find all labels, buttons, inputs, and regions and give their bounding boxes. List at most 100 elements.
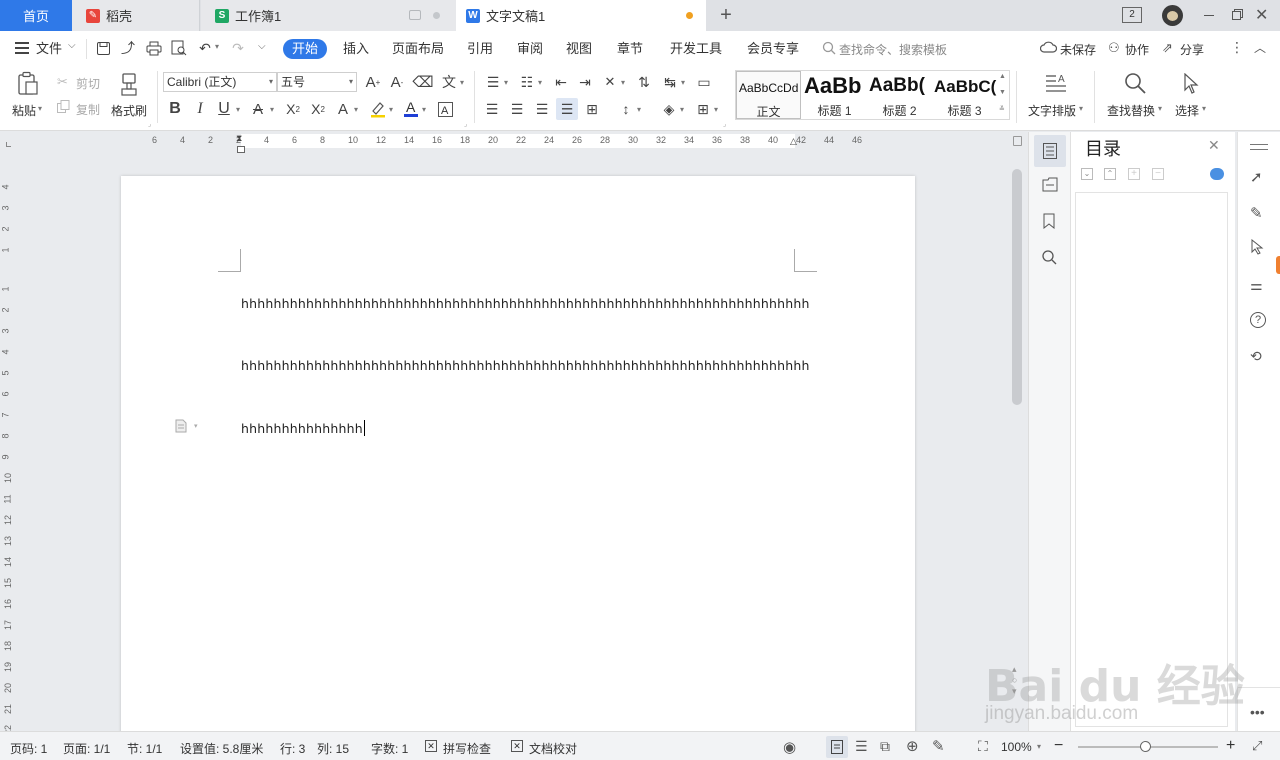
outline-view-icon[interactable]: ☰: [855, 738, 868, 755]
doc-proof-button[interactable]: 文档校对: [529, 740, 577, 757]
style-heading-3[interactable]: AaBbC( 标题 3: [932, 71, 997, 119]
status-section[interactable]: 节: 1/1: [127, 740, 162, 757]
tab-stop-selector-icon[interactable]: [6, 142, 11, 147]
style-heading-2[interactable]: AaBb( 标题 2: [867, 71, 932, 119]
format-painter-icon[interactable]: [118, 72, 140, 98]
fullscreen-icon[interactable]: ⤢: [1252, 738, 1262, 754]
line-spacing-chevron-icon[interactable]: ▾: [637, 105, 641, 114]
ribbon-tab-3[interactable]: 引用: [467, 39, 493, 59]
toc-remove-icon[interactable]: −: [1152, 168, 1164, 180]
document-paragraph-1[interactable]: hhhhhhhhhhhhhhhhhhhhhhhhhhhhhhhhhhhhhhhh…: [241, 296, 810, 311]
distributed-icon[interactable]: ⊞: [583, 100, 601, 118]
undo-chevron-icon[interactable]: ▾: [215, 42, 219, 51]
save-icon[interactable]: [94, 39, 112, 57]
find-replace-icon[interactable]: [1122, 70, 1148, 96]
gallery-down-icon[interactable]: ▼: [999, 89, 1006, 96]
page-view-icon[interactable]: [826, 736, 848, 758]
ribbon-tab-1[interactable]: 插入: [343, 39, 369, 59]
subscript-icon[interactable]: X2: [308, 99, 328, 119]
paragraph-doc-icon[interactable]: [175, 419, 187, 433]
toc-expand-icon[interactable]: ⌃: [1104, 168, 1116, 180]
split-view-icon[interactable]: [1013, 136, 1022, 146]
text-layout-button[interactable]: 文字排版: [1028, 102, 1076, 119]
settings-sliders-icon[interactable]: ⚌: [1250, 277, 1263, 294]
toc-collapse-icon[interactable]: ⌄: [1081, 168, 1093, 180]
ribbon-tab-7[interactable]: 开发工具: [670, 39, 722, 59]
numbered-chevron-icon[interactable]: ▾: [538, 78, 542, 87]
ribbon-tab-2[interactable]: 页面布局: [392, 39, 444, 59]
zoom-slider-knob[interactable]: [1140, 741, 1152, 752]
cut-button[interactable]: 剪切: [76, 75, 100, 92]
pinyin-guide-icon[interactable]: 文: [438, 72, 460, 92]
collaborate-button[interactable]: 协作: [1125, 41, 1149, 58]
status-row[interactable]: 行: 3: [280, 740, 305, 757]
document-paragraph-2[interactable]: hhhhhhhhhhhhhhhhhhhhhhhhhhhhhhhhhhhhhhhh…: [241, 358, 810, 373]
print-icon[interactable]: [145, 39, 163, 57]
eye-protection-icon[interactable]: ◉: [783, 738, 796, 756]
tab-home[interactable]: 首页: [0, 0, 72, 31]
ribbon-tab-4[interactable]: 审阅: [517, 39, 543, 59]
chapter-nav-icon[interactable]: [1042, 177, 1058, 192]
print-preview-icon[interactable]: [170, 39, 188, 57]
numbered-list-icon[interactable]: ☷: [517, 73, 537, 91]
select-chevron-icon[interactable]: ▾: [1202, 104, 1206, 113]
horizontal-ruler[interactable]: 6 4 2 2 4 6 8 10 12 14 16 18 20 22 24 26 28 30 32 34 36 38 40 4…: [144, 133, 894, 148]
bullet-chevron-icon[interactable]: ▾: [504, 78, 508, 87]
select-button[interactable]: 选择: [1175, 102, 1199, 119]
toc-nav-icon[interactable]: [1034, 135, 1066, 167]
clipboard-group-expand-icon[interactable]: ⌟: [148, 120, 151, 128]
web-view-icon[interactable]: ⊕: [906, 737, 919, 755]
collapse-ribbon-icon[interactable]: ︿: [1254, 39, 1266, 56]
highlight-icon[interactable]: [369, 99, 387, 119]
document-page[interactable]: [121, 176, 915, 736]
char-border-icon[interactable]: A: [436, 100, 454, 118]
doc-proof-icon[interactable]: ✕: [511, 740, 523, 752]
ribbon-tab-0[interactable]: 开始: [283, 39, 328, 59]
borders-icon[interactable]: ⊞: [693, 100, 713, 118]
restore-icon[interactable]: [1232, 9, 1243, 20]
borders-chevron-icon[interactable]: ▾: [714, 105, 718, 114]
font-color-icon[interactable]: A: [402, 98, 420, 118]
zoom-in-icon[interactable]: +: [1226, 737, 1235, 755]
paste-icon[interactable]: [16, 70, 40, 96]
text-direction-chevron-icon[interactable]: ▾: [681, 78, 685, 87]
tab-close-dot[interactable]: [433, 12, 440, 19]
paragraph-menu-chevron-icon[interactable]: ▾: [194, 422, 198, 430]
find-replace-chevron-icon[interactable]: ▾: [1158, 104, 1162, 113]
chinese-layout-chevron-icon[interactable]: ▾: [621, 78, 625, 87]
redo-icon[interactable]: ↷: [229, 39, 247, 57]
vertical-scrollbar-thumb[interactable]: [1012, 169, 1022, 405]
ribbon-tab-5[interactable]: 视图: [566, 39, 592, 59]
font-color-chevron-icon[interactable]: ▾: [422, 105, 426, 114]
bold-icon[interactable]: B: [166, 99, 184, 119]
vertical-ruler[interactable]: 4 3 2 1 1 2 3 4 5 6 7 8 9 10 11 12 13 14 15 16 17 18 19 20 21 22: [1, 170, 15, 735]
increase-indent-icon[interactable]: ⇥: [575, 73, 595, 91]
tab-daoke[interactable]: ✎ 稻壳: [72, 0, 200, 31]
status-setting-value[interactable]: 设置值: 5.8厘米: [180, 740, 263, 757]
undo-icon[interactable]: ↶: [196, 39, 214, 57]
copy-button[interactable]: 复制: [76, 101, 100, 118]
unsaved-status[interactable]: 未保存: [1060, 41, 1096, 58]
paragraph-group-expand-icon[interactable]: ⌟: [723, 120, 726, 128]
write-view-icon[interactable]: ✎: [932, 737, 945, 755]
zoom-chevron-icon[interactable]: ▾: [1037, 742, 1041, 751]
right-indent-marker[interactable]: △: [790, 136, 797, 147]
format-painter-button[interactable]: 格式刷: [111, 102, 147, 119]
file-menu[interactable]: 文件: [36, 39, 62, 59]
status-word-count[interactable]: 字数: 1: [371, 740, 408, 757]
zoom-level[interactable]: 100%: [1001, 740, 1032, 754]
style-normal[interactable]: AaBbCcDd 正文: [736, 71, 801, 119]
paste-chevron-icon[interactable]: ▾: [38, 104, 42, 113]
strikethrough-chevron-icon[interactable]: ▾: [270, 105, 274, 114]
gallery-up-icon[interactable]: ▲: [999, 73, 1006, 80]
grow-font-icon[interactable]: A +: [364, 72, 382, 92]
align-left-icon[interactable]: ☰: [483, 100, 501, 118]
more-vertical-icon[interactable]: ⋮: [1230, 39, 1244, 56]
chinese-layout-icon[interactable]: ✕: [600, 73, 620, 91]
clear-format-icon[interactable]: ⌫: [412, 72, 433, 92]
export-icon[interactable]: ⤴: [119, 39, 137, 57]
highlight-chevron-icon[interactable]: ▾: [389, 105, 393, 114]
line-spacing-icon[interactable]: ↕: [617, 100, 635, 118]
decrease-indent-icon[interactable]: ⇤: [551, 73, 571, 91]
close-window-icon[interactable]: ✕: [1255, 5, 1268, 25]
